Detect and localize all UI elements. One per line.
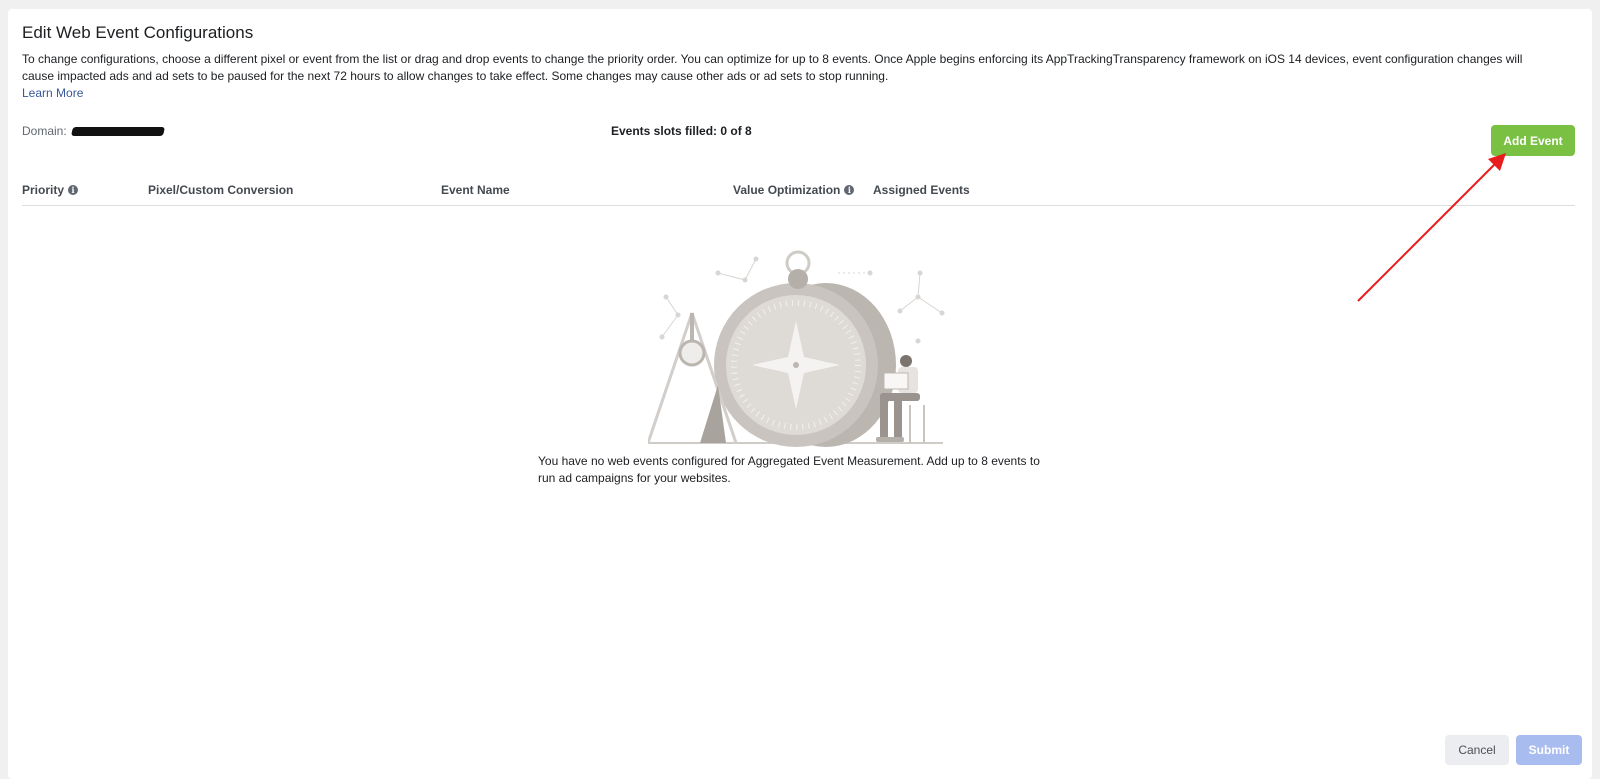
page-description: To change configurations, choose a diffe…: [22, 52, 1523, 83]
domain-label: Domain:: [22, 124, 67, 138]
column-assigned-events-label: Assigned Events: [873, 183, 970, 197]
domain-row: Domain:: [22, 124, 165, 138]
priority-info-icon[interactable]: i: [68, 185, 79, 195]
column-event-name-label: Event Name: [441, 183, 510, 197]
column-value-optimization-label: Value Optimization: [733, 183, 841, 197]
compass-illustration-icon: [648, 250, 945, 447]
column-event-name: Event Name: [441, 175, 510, 205]
column-priority-label: Priority: [22, 183, 65, 197]
value-optimization-info-icon[interactable]: i: [844, 185, 855, 195]
submit-button[interactable]: Submit: [1516, 735, 1582, 765]
column-priority: Priority i: [22, 175, 79, 205]
event-config-panel: Edit Web Event Configurations To change …: [8, 9, 1592, 779]
cancel-button[interactable]: Cancel: [1445, 735, 1509, 765]
empty-state-message: You have no web events configured for Ag…: [538, 454, 1040, 485]
column-pixel-custom-conversion: Pixel/Custom Conversion: [148, 175, 293, 205]
events-slots-filled: Events slots filled: 0 of 8: [611, 124, 752, 138]
red-arrow-annotation: [1357, 153, 1506, 302]
page-title: Edit Web Event Configurations: [22, 23, 254, 42]
learn-more-link[interactable]: Learn More: [22, 86, 83, 100]
column-assigned-events: Assigned Events: [873, 175, 970, 205]
column-pixel-label: Pixel/Custom Conversion: [148, 183, 294, 197]
column-value-optimization: Value Optimization i: [733, 175, 855, 205]
domain-value-redacted: [71, 127, 165, 137]
table-header: Priority i Pixel/Custom Conversion Event…: [22, 175, 1575, 206]
